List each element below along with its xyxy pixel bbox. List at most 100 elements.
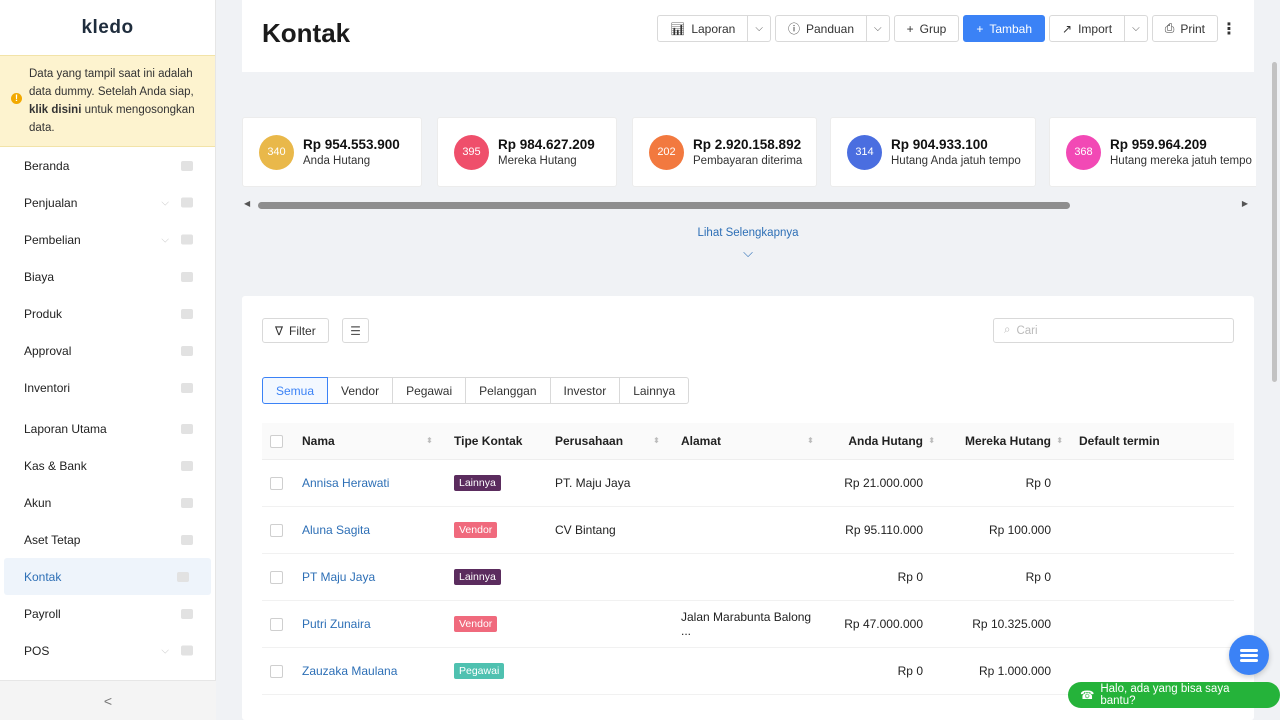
contact-name-link[interactable]: Putri Zunaira: [302, 617, 371, 631]
stat-card[interactable]: 202 Rp 2.920.158.892 Pembayaran diterima: [632, 117, 817, 187]
panduan-group: ⓘ Panduan ⌵: [774, 15, 890, 42]
header-perusahaan[interactable]: Perusahaan ⬍: [555, 423, 681, 460]
sort-icon[interactable]: ⬍: [928, 436, 935, 445]
building-icon: [181, 534, 193, 545]
chevron-down-icon[interactable]: ⌵: [161, 197, 169, 208]
header-nama[interactable]: Nama ⬍: [302, 423, 454, 460]
stat-amount: Rp 2.920.158.892: [693, 137, 802, 152]
sidebar-item-approval[interactable]: Approval: [0, 332, 215, 369]
scroll-right-icon[interactable]: ▶: [1242, 199, 1248, 208]
more-options-icon[interactable]: ⋮: [1221, 15, 1237, 42]
sidebar-item-kas-bank[interactable]: Kas & Bank: [0, 447, 215, 484]
contact-type-badge: Lainnya: [454, 568, 501, 585]
clear-data-link[interactable]: klik disini: [29, 104, 81, 116]
whatsapp-chat-button[interactable]: ☎ Halo, ada yang bisa saya bantu?: [1068, 682, 1280, 708]
sidebar-item-biaya[interactable]: Biaya: [0, 258, 215, 295]
sidebar-item-label: Kontak: [24, 569, 62, 584]
toolbar: 📊︎ Laporan ⌵ ⓘ Panduan ⌵ + Grup + Tambah…: [657, 15, 1237, 42]
contact-name-link[interactable]: PT Maju Jaya: [302, 570, 375, 584]
panduan-button[interactable]: ⓘ Panduan: [774, 15, 868, 42]
contact-name-link[interactable]: Annisa Herawati: [302, 476, 389, 490]
cell-mereka-hutang: Rp 0: [937, 459, 1065, 507]
sidebar-item-penjualan[interactable]: Penjualan ⌵: [0, 184, 215, 221]
tab-vendor[interactable]: Vendor: [328, 377, 394, 404]
table-row[interactable]: PT Maju Jaya Lainnya Rp 0 Rp 0: [262, 553, 1234, 601]
tab-pelanggan[interactable]: Pelanggan: [466, 377, 551, 404]
grup-button[interactable]: + Grup: [893, 15, 960, 42]
print-button[interactable]: ⎙ Print: [1151, 15, 1218, 42]
page-scrollbar[interactable]: [1272, 62, 1277, 382]
sort-icon[interactable]: ⬍: [807, 436, 814, 445]
payroll-icon: [181, 608, 193, 619]
funnel-icon: ∇: [275, 323, 284, 338]
cell-perusahaan: [555, 553, 681, 601]
sidebar-item-beranda[interactable]: Beranda: [0, 147, 215, 184]
column-list-button[interactable]: ☰: [342, 318, 369, 343]
sort-icon[interactable]: ⬍: [1056, 436, 1063, 445]
header-alamat[interactable]: Alamat ⬍: [681, 423, 824, 460]
tab-investor[interactable]: Investor: [550, 377, 621, 404]
tab-lainnya[interactable]: Lainnya: [620, 377, 690, 404]
contact-name-link[interactable]: Aluna Sagita: [302, 523, 370, 537]
contact-name-link[interactable]: Zauzaka Maulana: [302, 664, 397, 678]
row-checkbox[interactable]: [270, 476, 283, 490]
stats-scrollbar[interactable]: ◀ ▶: [242, 199, 1254, 211]
row-checkbox[interactable]: [270, 664, 283, 678]
cell-alamat: Jalan Marabunta Balong ...: [681, 600, 824, 648]
stat-card[interactable]: 395 Rp 984.627.209 Mereka Hutang: [437, 117, 617, 187]
table-row[interactable]: Aluna Sagita Vendor CV Bintang Rp 95.110.00…: [262, 506, 1234, 554]
select-all-checkbox[interactable]: [270, 434, 283, 448]
sidebar-item-aset-tetap[interactable]: Aset Tetap: [0, 521, 215, 558]
chat-launcher-button[interactable]: [1229, 635, 1269, 675]
sidebar-item-payroll[interactable]: Payroll: [0, 595, 215, 632]
sidebar-item-akun[interactable]: Akun: [0, 484, 215, 521]
laporan-button[interactable]: 📊︎ Laporan: [657, 15, 749, 42]
stat-card[interactable]: 340 Rp 954.553.900 Anda Hutang: [242, 117, 422, 187]
tambah-button[interactable]: + Tambah: [963, 15, 1046, 42]
sort-icon[interactable]: ⬍: [426, 436, 433, 445]
sort-icon[interactable]: ⬍: [653, 436, 660, 445]
import-button[interactable]: ↗ Import: [1049, 15, 1126, 42]
stat-card[interactable]: 314 Rp 904.933.100 Hutang Anda jatuh tempo: [830, 117, 1036, 187]
sidebar-item-inventori[interactable]: Inventori: [0, 369, 215, 406]
cell-perusahaan: PT. Maju Jaya: [555, 459, 681, 507]
search-input[interactable]: [1016, 324, 1217, 337]
sidebar-item-pembelian[interactable]: Pembelian ⌵: [0, 221, 215, 258]
chevron-down-icon[interactable]: ⌵: [161, 645, 169, 656]
sidebar-item-label: Laporan Utama: [24, 421, 107, 436]
sidebar-item-kontak[interactable]: Kontak: [4, 558, 211, 595]
stat-amount: Rp 954.553.900: [303, 137, 400, 152]
sidebar-item-laporan-utama[interactable]: Laporan Utama: [0, 410, 215, 447]
laporan-dropdown-button[interactable]: ⌵: [748, 15, 771, 42]
scroll-left-icon[interactable]: ◀: [244, 199, 250, 208]
sidebar-item-pos[interactable]: POS ⌵: [0, 632, 215, 669]
import-dropdown-button[interactable]: ⌵: [1125, 15, 1148, 42]
scrollbar-thumb[interactable]: [258, 202, 1070, 209]
chevron-down-icon[interactable]: ⌵: [161, 234, 169, 245]
row-checkbox[interactable]: [270, 523, 283, 537]
stat-card[interactable]: 368 Rp 959.964.209 Hutang mereka jatuh tem…: [1049, 117, 1256, 187]
row-select-cell: [262, 553, 302, 601]
sidebar-item-icons: [181, 271, 193, 282]
sidebar-item-label: Akun: [24, 495, 52, 510]
select-all-header: [262, 423, 302, 460]
app-logo[interactable]: kledo: [0, 0, 215, 55]
row-select-cell: [262, 506, 302, 554]
sidebar-item-produk[interactable]: Produk: [0, 295, 215, 332]
filter-button[interactable]: ∇ Filter: [262, 318, 329, 343]
row-select-cell: [262, 647, 302, 695]
panduan-dropdown-button[interactable]: ⌵: [867, 15, 890, 42]
row-checkbox[interactable]: [270, 617, 283, 631]
sidebar-collapse-button[interactable]: <: [0, 680, 216, 720]
sidebar-item-icons: [177, 571, 189, 582]
tab-semua[interactable]: Semua: [262, 377, 329, 404]
pos-icon: [181, 645, 193, 656]
row-checkbox[interactable]: [270, 570, 283, 584]
tab-pegawai[interactable]: Pegawai: [393, 377, 467, 404]
see-more-link[interactable]: Lihat Selengkapnya ⌵: [242, 227, 1254, 261]
bag-icon: [181, 234, 193, 245]
header-mereka-hutang[interactable]: Mereka Hutang ⬍: [937, 423, 1065, 460]
table-row[interactable]: Putri Zunaira Vendor Jalan Marabunta Balon…: [262, 600, 1234, 648]
header-anda-hutang[interactable]: Anda Hutang ⬍: [824, 423, 937, 460]
table-row[interactable]: Annisa Herawati Lainnya PT. Maju Jaya Rp 21…: [262, 459, 1234, 507]
